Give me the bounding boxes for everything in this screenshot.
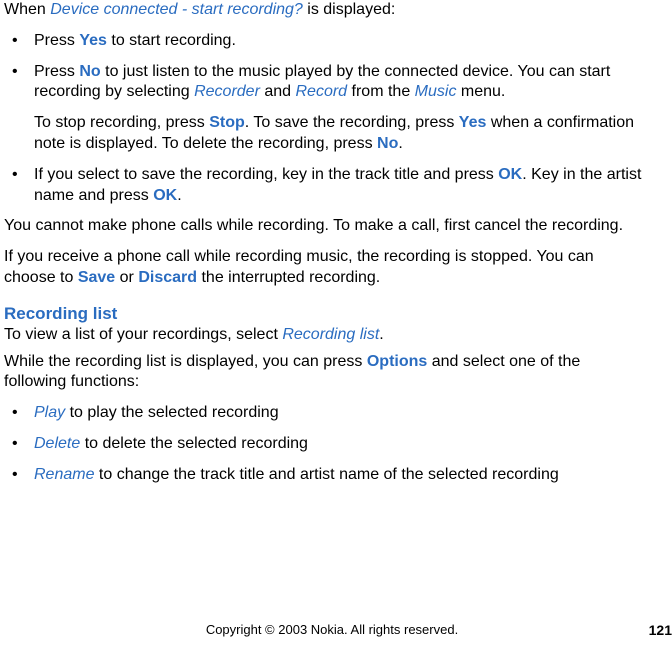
list-item-para: Press No to just listen to the music pla… [34,62,652,104]
text: When [4,1,50,18]
section-intro: To view a list of your recordings, selec… [4,325,652,346]
text: the interrupted recording. [197,269,380,286]
option-rename: Rename [34,466,94,483]
ui-prompt: Device connected - start recording? [50,1,303,18]
page-number: 121 [649,621,672,639]
text: To view a list of your recordings, selec… [4,326,282,343]
paragraph-cannot-call: You cannot make phone calls while record… [4,216,652,237]
text: Press [34,32,79,49]
option-play: Play [34,404,65,421]
list-item: Delete to delete the selected recording [4,434,652,455]
page-footer: Copyright © 2003 Nokia. All rights reser… [0,622,672,639]
text: . [398,135,402,152]
list-item: Rename to change the track title and art… [4,465,652,486]
text: . To save the recording, press [245,114,459,131]
key-yes: Yes [79,32,107,49]
key-no: No [79,63,100,80]
text: . [177,187,181,204]
list-item: Press No to just listen to the music pla… [4,62,652,155]
text: If you select to save the recording, key… [34,166,498,183]
bullet-list-2: Play to play the selected recording Dele… [4,403,652,485]
text: While the recording list is displayed, y… [4,353,367,370]
text: . [379,326,383,343]
key-discard: Discard [138,269,197,286]
key-ok: OK [153,187,177,204]
menu-recording-list: Recording list [282,326,379,343]
menu-recorder: Recorder [194,83,260,100]
text: to play the selected recording [65,404,278,421]
key-save: Save [78,269,115,286]
section-heading-recording-list: Recording list [4,303,652,325]
list-item: Play to play the selected recording [4,403,652,424]
text: from the [347,83,415,100]
list-item-para: To stop recording, press Stop. To save t… [34,113,652,155]
key-ok: OK [498,166,522,183]
bullet-list-1: Press Yes to start recording. Press No t… [4,31,652,207]
text: To stop recording, press [34,114,209,131]
copyright-text: Copyright © 2003 Nokia. All rights reser… [4,622,660,639]
text: and [260,83,296,100]
manual-page: When Device connected - start recording?… [0,0,672,649]
key-stop: Stop [209,114,245,131]
list-item: If you select to save the recording, key… [4,165,652,207]
paragraph-call-received: If you receive a phone call while record… [4,247,652,289]
text: to delete the selected recording [80,435,308,452]
text: menu. [456,83,505,100]
key-yes: Yes [459,114,487,131]
text: to start recording. [107,32,236,49]
key-no: No [377,135,398,152]
text: or [115,269,138,286]
intro-line: When Device connected - start recording?… [4,0,652,21]
text: is displayed: [303,1,396,18]
key-options: Options [367,353,427,370]
text: to change the track title and artist nam… [94,466,558,483]
text: Press [34,63,79,80]
menu-record: Record [296,83,348,100]
option-delete: Delete [34,435,80,452]
section-lead: While the recording list is displayed, y… [4,352,652,394]
list-item: Press Yes to start recording. [4,31,652,52]
menu-music: Music [415,83,457,100]
